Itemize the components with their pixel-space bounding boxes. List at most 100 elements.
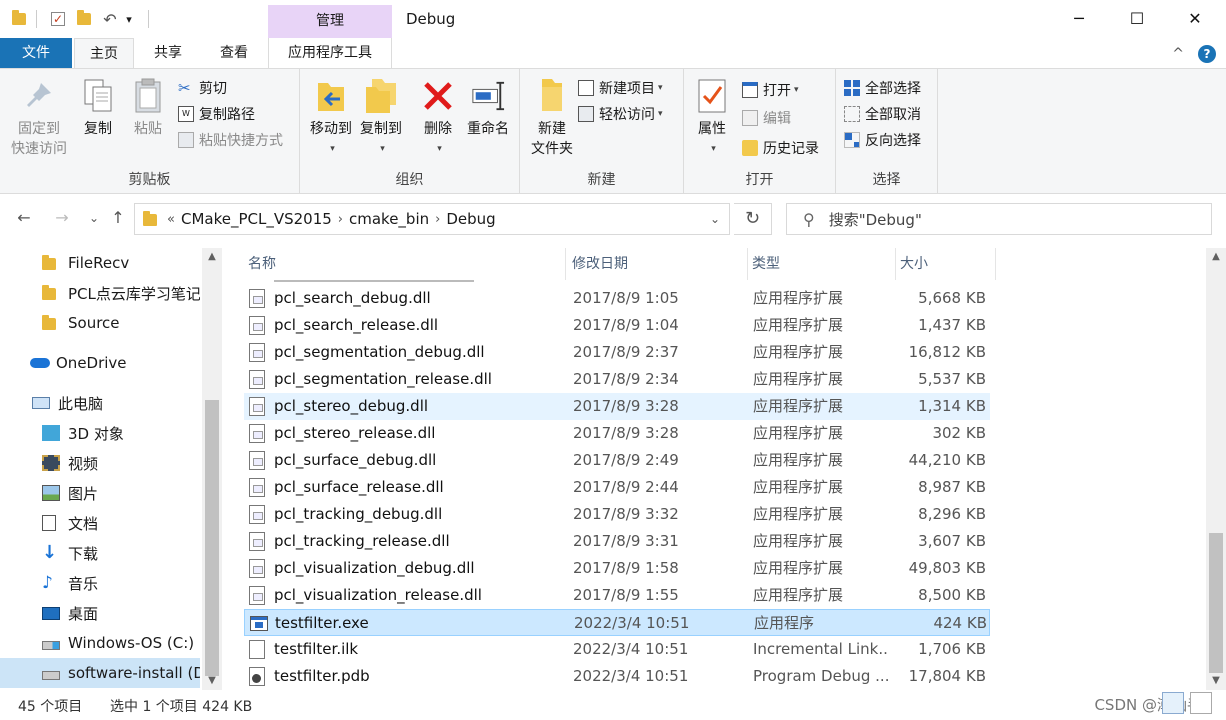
column-header-name[interactable]: 名称 (244, 248, 566, 280)
details-view-icon[interactable] (1162, 692, 1184, 714)
address-input[interactable]: « CMake_PCL_VS2015 › cmake_bin › Debug (134, 203, 730, 235)
search-input[interactable]: ⚲ 搜索"Debug" (786, 203, 1212, 235)
file-scroll-thumb[interactable] (1209, 533, 1223, 673)
nav-item-music[interactable]: ♪ 音乐 (0, 568, 200, 598)
nav-item-downloads[interactable]: ↓ 下载 (0, 538, 200, 568)
pictures-icon (42, 485, 60, 501)
nav-item-3d-objects[interactable]: 3D 对象 (0, 418, 200, 448)
rename-button[interactable]: 重命名 (462, 77, 514, 139)
nav-item-onedrive[interactable]: OneDrive (0, 348, 200, 378)
file-row[interactable]: pcl_search_debug.dll 2017/8/9 1:05 应用程序扩展 5… (244, 285, 990, 312)
tab-home[interactable]: 主页 (74, 38, 134, 69)
tab-manage-context[interactable]: 管理 (268, 5, 392, 38)
column-header-size[interactable]: 大小 (896, 248, 996, 280)
back-button[interactable]: ← (12, 206, 36, 230)
breadcrumb-cmake-pcl[interactable]: CMake_PCL_VS2015 (181, 210, 332, 228)
scroll-down-arrow[interactable]: ▼ (1206, 672, 1226, 690)
nav-item-filerecv[interactable]: FileRecv (0, 248, 200, 278)
nav-item-desktop[interactable]: 桌面 (0, 598, 200, 628)
file-row[interactable]: testfilter.ilk 2022/3/4 10:51 Incremental … (244, 636, 990, 663)
address-history-dropdown[interactable]: ⌄ (700, 203, 730, 235)
forward-button[interactable]: → (50, 206, 74, 230)
tab-file[interactable]: 文件 (0, 38, 72, 68)
properties-label: 属性 (698, 121, 726, 137)
nav-item-source[interactable]: Source (0, 308, 200, 338)
edit-button[interactable]: 编辑 (742, 107, 791, 129)
easy-access-button[interactable]: 轻松访问 ▾ (578, 103, 663, 125)
tab-view[interactable]: 查看 (204, 38, 264, 68)
undo-quick-access-button[interactable]: ↶ (100, 8, 120, 30)
refresh-button[interactable]: ↻ (734, 203, 772, 235)
file-row[interactable]: testfilter.exe 2022/3/4 10:51 应用程序 424 KB (244, 609, 990, 636)
open-group: 属性 ▾ 打开 ▾ 编辑 历史记录 打开 (684, 69, 836, 193)
pin-to-quick-access-button[interactable]: 固定到 快速访问 (8, 77, 70, 159)
open-button[interactable]: 打开 ▾ (742, 79, 799, 101)
scroll-up-arrow[interactable]: ▲ (202, 248, 222, 266)
recent-locations-button[interactable]: ⌄ (82, 206, 106, 230)
new-item-button[interactable]: 新建项目 ▾ (578, 77, 663, 99)
move-to-button[interactable]: 移动到 ▾ (306, 77, 356, 159)
nav-item-this-pc[interactable]: 此电脑 (0, 388, 200, 418)
properties-button[interactable]: 属性 ▾ (690, 77, 734, 159)
column-header-type[interactable]: 类型 (748, 248, 896, 280)
breadcrumb-debug[interactable]: Debug (446, 210, 495, 228)
file-name: pcl_tracking_debug.dll (274, 505, 443, 523)
nav-item-pictures[interactable]: 图片 (0, 478, 200, 508)
file-row[interactable]: pcl_tracking_debug.dll 2017/8/9 3:32 应用程序扩… (244, 501, 990, 528)
history-button[interactable]: 历史记录 (742, 137, 819, 159)
nav-item-documents[interactable]: 文档 (0, 508, 200, 538)
maximize-button[interactable]: ☐ (1108, 0, 1166, 38)
invert-selection-button[interactable]: 反向选择 (844, 129, 921, 151)
column-header-date[interactable]: 修改日期 (568, 248, 748, 280)
file-row[interactable]: testfilter.pdb 2022/3/4 10:51 Program Debu… (244, 663, 990, 690)
breadcrumb-overflow[interactable]: « (167, 212, 175, 227)
nav-item-videos[interactable]: 视频 (0, 448, 200, 478)
select-none-button[interactable]: 全部取消 (844, 103, 921, 125)
file-type: 应用程序扩展 (753, 397, 844, 415)
file-row[interactable]: pcl_visualization_release.dll 2017/8/9 1:… (244, 582, 990, 609)
tab-share[interactable]: 共享 (140, 38, 196, 68)
file-row[interactable]: pcl_search_release.dll 2017/8/9 1:04 应用程序扩… (244, 312, 990, 339)
breadcrumb-separator[interactable]: › (338, 212, 343, 227)
select-all-button[interactable]: 全部选择 (844, 77, 921, 99)
file-row[interactable]: pcl_surface_debug.dll 2017/8/9 2:49 应用程序扩展… (244, 447, 990, 474)
copy-to-button[interactable]: 复制到 ▾ (356, 77, 406, 159)
folder-icon (77, 10, 91, 25)
up-button[interactable]: ↑ (106, 206, 130, 230)
nav-pane-scrollbar[interactable]: ▲ ▼ (202, 248, 222, 690)
breadcrumb-separator[interactable]: › (435, 212, 440, 227)
help-icon[interactable]: ? (1198, 45, 1216, 63)
file-row[interactable]: pcl_stereo_release.dll 2017/8/9 3:28 应用程序扩… (244, 420, 990, 447)
customize-quick-access-dropdown[interactable]: ▾ (122, 8, 136, 30)
file-list-scrollbar[interactable]: ▲ ▼ (1206, 248, 1226, 690)
file-row[interactable]: pcl_segmentation_debug.dll 2017/8/9 2:37 应… (244, 339, 990, 366)
nav-item-drive-d[interactable]: software-install (D:) (0, 658, 200, 688)
scroll-down-arrow[interactable]: ▼ (202, 672, 222, 690)
breadcrumb-cmake-bin[interactable]: cmake_bin (349, 210, 429, 228)
paste-button[interactable]: 粘贴 (126, 77, 170, 139)
copy-button[interactable]: 复制 (76, 77, 120, 139)
file-row[interactable]: pcl_stereo_debug.dll 2017/8/9 3:28 应用程序扩展 1… (244, 393, 990, 420)
paste-shortcut-button[interactable]: 粘贴快捷方式 (178, 129, 283, 151)
tab-application-tools[interactable]: 应用程序工具 (268, 38, 392, 68)
collapse-ribbon-button[interactable]: ^ (1172, 46, 1184, 62)
file-row[interactable]: pcl_segmentation_release.dll 2017/8/9 2:3… (244, 366, 990, 393)
file-row[interactable]: pcl_surface_release.dll 2017/8/9 2:44 应用程序… (244, 474, 990, 501)
file-size: 424 KB (933, 614, 987, 632)
copy-path-button[interactable]: W 复制路径 (178, 103, 255, 125)
new-folder-button[interactable]: 新建 文件夹 (524, 77, 580, 159)
properties-quick-access-button[interactable]: ✓ (48, 8, 68, 30)
minimize-button[interactable]: ─ (1050, 0, 1108, 38)
file-row[interactable]: pcl_tracking_release.dll 2017/8/9 3:31 应用程… (244, 528, 990, 555)
copy-to-label: 复制到 (360, 121, 402, 137)
close-button[interactable]: ✕ (1166, 0, 1224, 38)
large-icons-view-icon[interactable] (1190, 692, 1212, 714)
delete-button[interactable]: 删除 ▾ (416, 77, 460, 159)
new-folder-quick-access-button[interactable] (74, 8, 94, 30)
cut-button[interactable]: ✂ 剪切 (178, 77, 227, 99)
nav-item-pcl-notes[interactable]: PCL点云库学习笔记 (0, 278, 200, 308)
nav-scroll-thumb[interactable] (205, 400, 219, 676)
file-row[interactable]: pcl_visualization_debug.dll 2017/8/9 1:58… (244, 555, 990, 582)
nav-item-drive-c[interactable]: Windows-OS (C:) (0, 628, 200, 658)
scroll-up-arrow[interactable]: ▲ (1206, 248, 1226, 266)
